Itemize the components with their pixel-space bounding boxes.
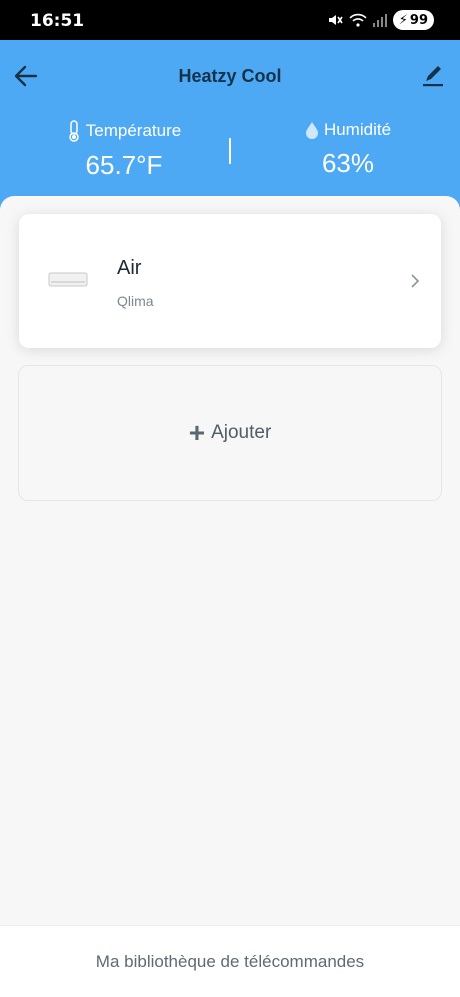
mute-icon bbox=[328, 15, 343, 25]
humidity-metric: Humidité 63% bbox=[258, 120, 438, 179]
battery-indicator: ⚡ 99 bbox=[392, 10, 434, 30]
humidity-label: Humidité bbox=[323, 120, 392, 139]
remote-library-label: Ma bibliothèque de télécommandes bbox=[95, 951, 365, 971]
status-time: 16:51 bbox=[30, 11, 85, 31]
status-icons: ⚡ 99 bbox=[327, 10, 434, 30]
device-name: Air bbox=[117, 257, 142, 279]
plus-icon: + bbox=[188, 417, 206, 448]
humidity-value: 63% bbox=[321, 148, 375, 178]
edit-pencil-icon[interactable] bbox=[420, 62, 446, 88]
temperature-metric: Température 65.7°F bbox=[34, 120, 214, 181]
remote-library-button[interactable]: Ma bibliothèque de télécommandes bbox=[0, 925, 460, 997]
charging-icon: ⚡ bbox=[398, 12, 408, 28]
wifi-icon bbox=[349, 13, 367, 27]
thermometer-icon bbox=[69, 120, 79, 142]
air-conditioner-icon bbox=[48, 272, 88, 287]
page-title: Heatzy Cool bbox=[178, 66, 282, 86]
temperature-label: Température bbox=[85, 121, 182, 140]
metrics-divider bbox=[229, 138, 231, 164]
header: Heatzy Cool Température 65.7°F Humidité … bbox=[0, 40, 460, 220]
device-card[interactable]: Air Qlima bbox=[19, 214, 441, 348]
water-drop-icon bbox=[305, 122, 318, 139]
status-bar: 16:51 ⚡ 99 bbox=[0, 0, 460, 40]
battery-level: 99 bbox=[409, 12, 428, 28]
chevron-right-icon bbox=[411, 274, 420, 288]
temperature-value: 65.7°F bbox=[85, 150, 163, 180]
add-label: Ajouter bbox=[211, 422, 272, 443]
add-device-button[interactable]: + Ajouter bbox=[18, 365, 442, 501]
signal-icon bbox=[372, 14, 387, 27]
device-brand: Qlima bbox=[117, 293, 154, 309]
